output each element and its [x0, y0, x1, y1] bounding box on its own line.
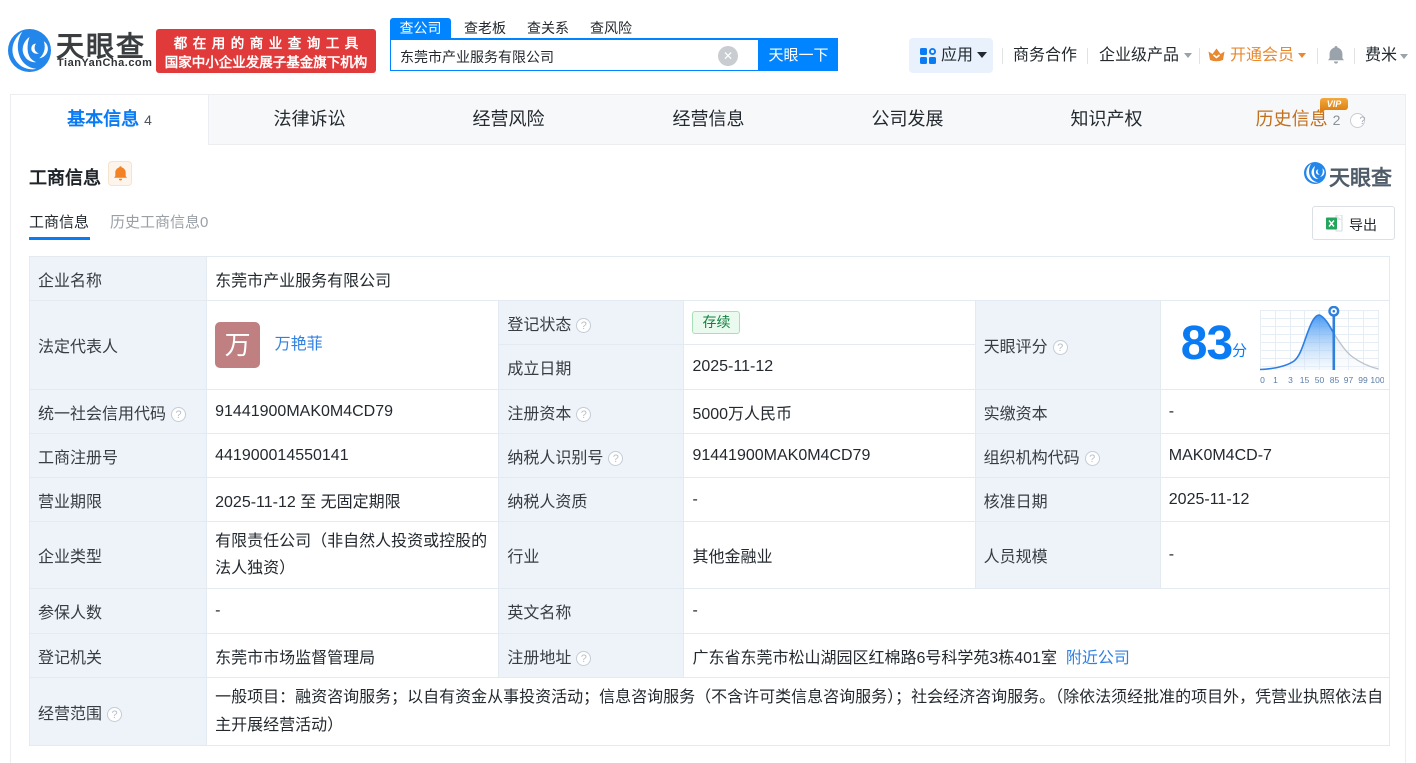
- svg-text:99: 99: [1358, 375, 1368, 384]
- svg-text:1: 1: [1273, 375, 1278, 384]
- svg-text:100: 100: [1370, 375, 1384, 384]
- svg-text:0: 0: [1260, 375, 1265, 384]
- svg-text:15: 15: [1300, 375, 1310, 384]
- svg-text:3: 3: [1288, 375, 1293, 384]
- svg-text:97: 97: [1344, 375, 1354, 384]
- svg-text:50: 50: [1315, 375, 1325, 384]
- svg-text:85: 85: [1330, 375, 1340, 384]
